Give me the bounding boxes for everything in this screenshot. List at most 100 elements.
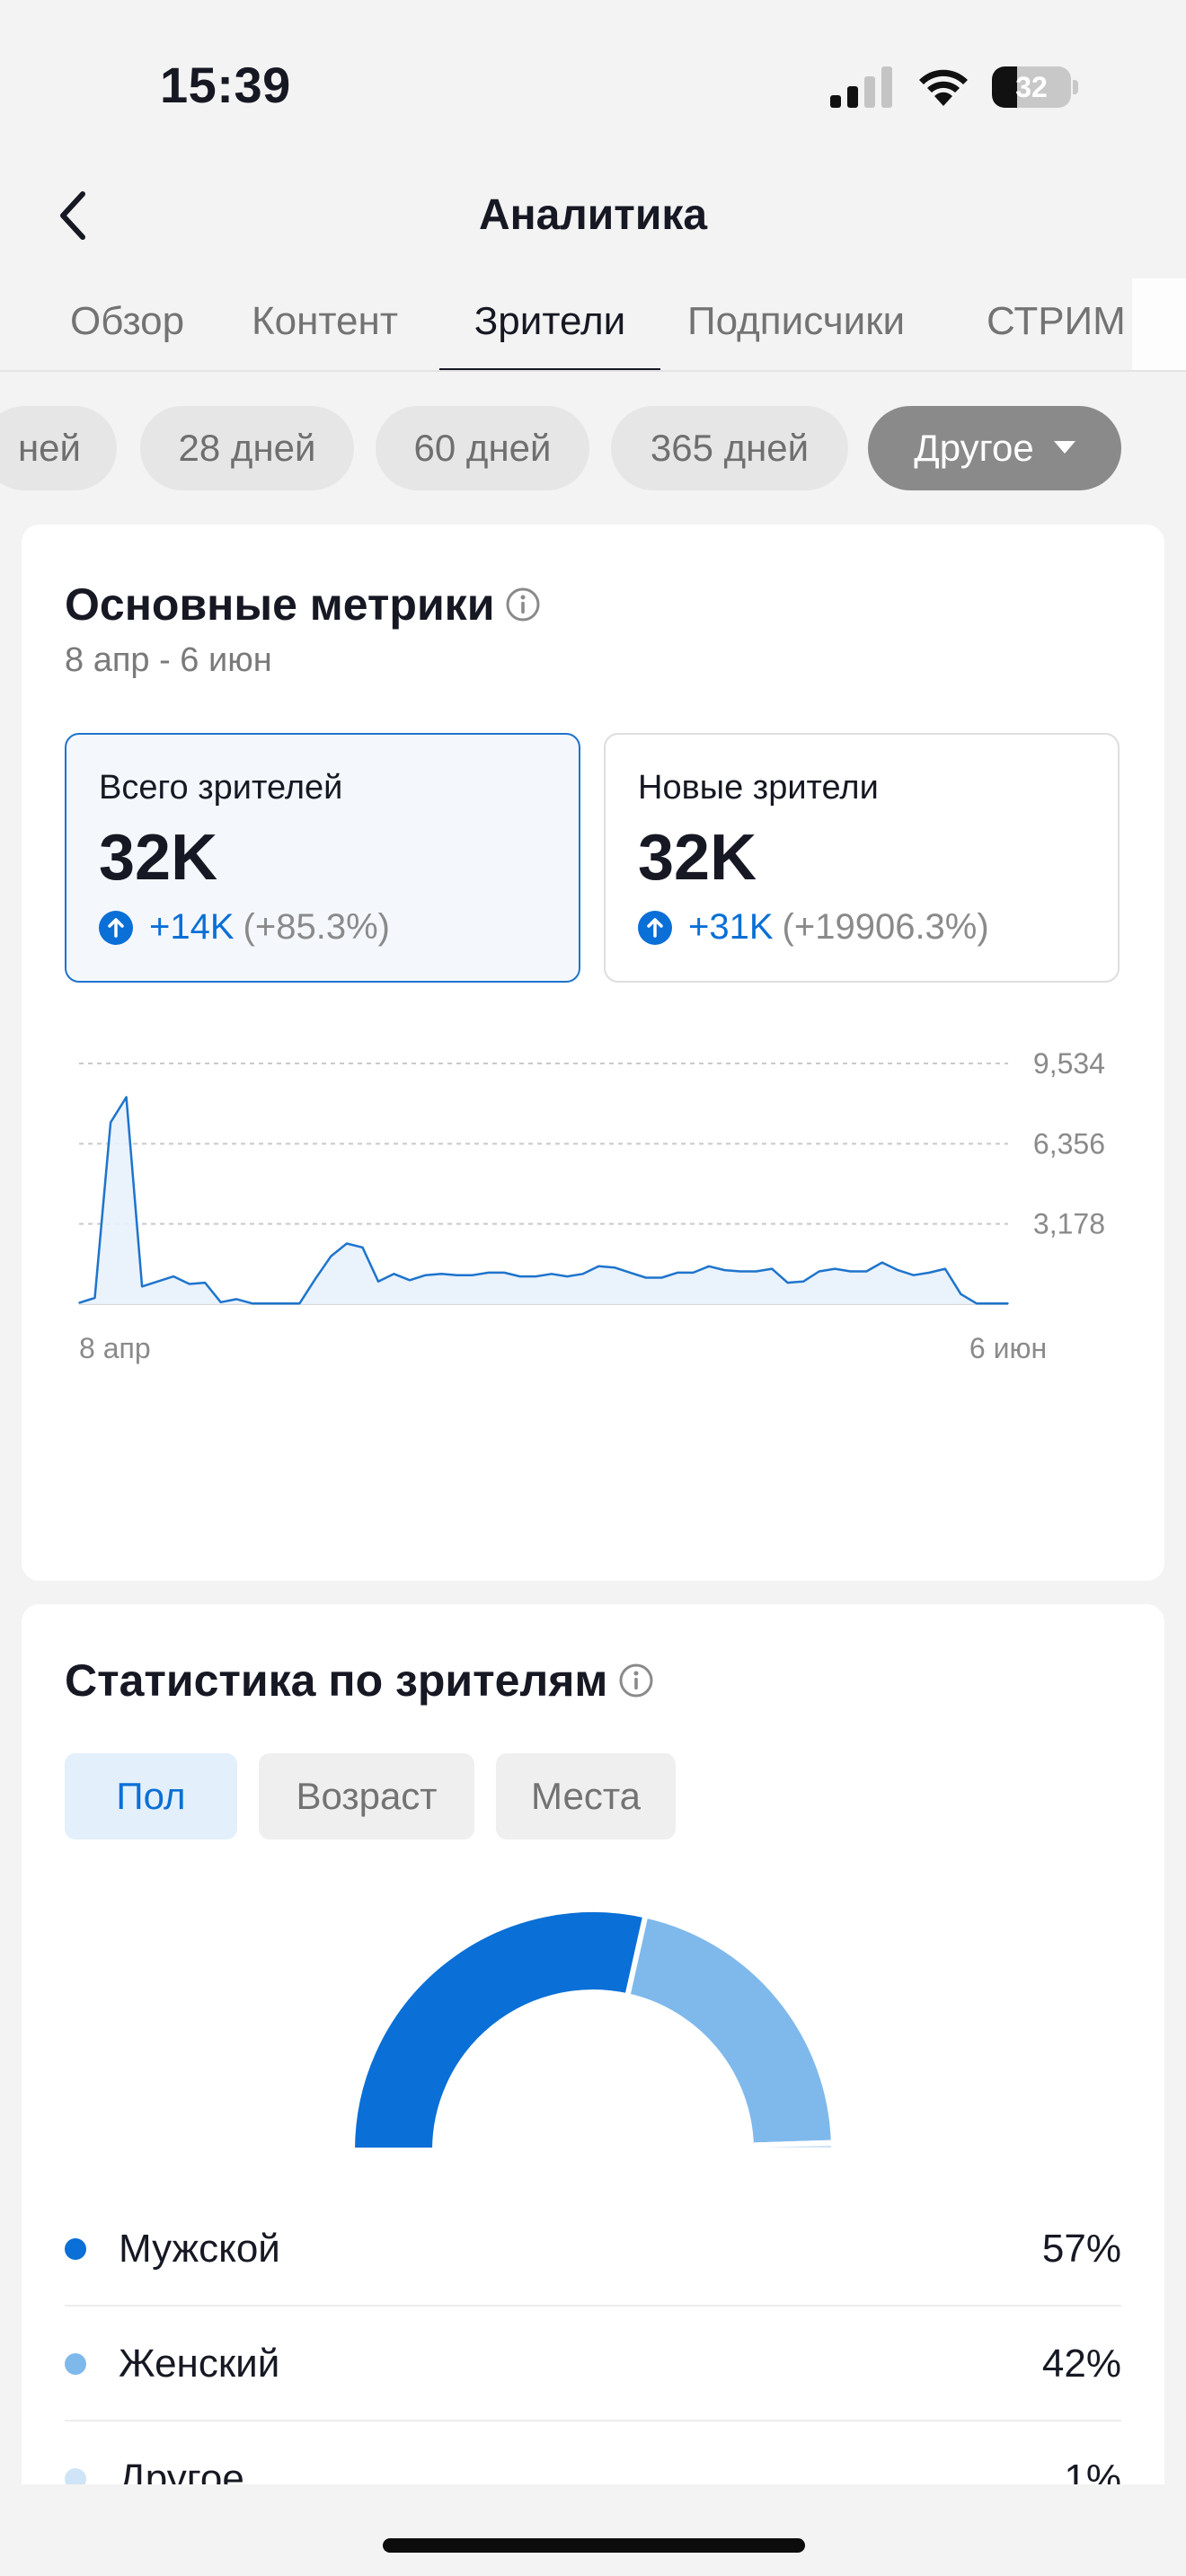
tab-viewers[interactable]: Зрители [439,278,660,370]
info-icon[interactable] [505,587,541,622]
period-chip-365-days[interactable]: 365 дней [611,406,848,490]
chart-point [566,1275,569,1277]
metric-card-total-viewers[interactable]: Всего зрителей 32K +14K (+85.3%) [65,733,580,983]
chart-point [960,1293,962,1295]
legend-row-female: Женский 42% [65,2307,1121,2422]
tab-overview[interactable]: Обзор [70,278,184,370]
audience-stats-title: Статистика по зрителям [65,1654,654,1707]
chart-area-fill [79,1097,1008,1304]
chart-point [346,1242,348,1245]
chart-point [645,1276,647,1279]
tab-content[interactable]: Контент [252,278,398,370]
metric-value: 32K [638,822,757,894]
tab-live[interactable]: СТРИМ [987,278,1126,370]
chart-point [849,1270,852,1273]
y-tick-label: 3,178 [1033,1208,1105,1240]
chevron-left-icon [60,191,85,240]
active-tab-indicator [439,368,660,370]
chart-point [739,1270,741,1273]
chart-point [93,1297,96,1299]
home-indicator[interactable] [383,2538,805,2553]
viewers-chart-svg: 9,534 6,356 3,178 8 апр 6 июн [78,1047,1105,1364]
period-chip-other[interactable]: Другое [868,406,1121,490]
chart-point [298,1302,301,1304]
metric-label: Всего зрителей [99,769,343,807]
chart-point [409,1279,411,1282]
status-time: 15:39 [160,57,291,113]
chart-point [535,1275,536,1277]
segment-age[interactable]: Возраст [259,1753,474,1839]
chart-point [660,1276,663,1279]
chart-point [786,1282,789,1284]
chart-point [125,1096,128,1098]
chart-point [771,1267,773,1270]
chart-point [156,1280,159,1283]
chart-point [597,1266,600,1267]
gender-half-donut-chart [22,1892,1164,2161]
metric-change: +14K (+85.3%) [99,907,390,948]
donut-segment [349,1907,650,2153]
legend-row-male: Мужской 57% [65,2192,1121,2307]
chart-point [204,1282,206,1284]
chart-point [677,1272,678,1274]
period-chip-7-days[interactable]: ней [0,406,117,490]
y-tick-label: 6,356 [1033,1127,1105,1160]
segment-locations[interactable]: Места [496,1753,676,1839]
back-button[interactable] [27,171,117,260]
chart-point [361,1247,364,1248]
metric-change: +31K (+19906.3%) [638,907,989,948]
legend-dot [65,2238,86,2260]
metric-value: 32K [99,822,218,894]
chart-point [173,1275,174,1277]
chart-point [818,1270,820,1273]
chart-point [252,1302,253,1304]
viewers-chart[interactable]: 9,534 6,356 3,178 8 апр 6 июн [22,1010,1164,1423]
segment-gender[interactable]: Пол [65,1753,237,1839]
metric-card-new-viewers[interactable]: Новые зрители 32K +31K (+19906.3%) [604,733,1120,983]
status-icons: 32 [830,65,1078,110]
chart-point [708,1266,710,1267]
gender-donut-svg [349,1907,837,2153]
metric-label: Новые зрители [638,769,879,807]
info-icon[interactable] [618,1663,654,1698]
period-chip-28-days[interactable]: 28 дней [140,406,354,490]
chart-point [314,1278,316,1280]
signal-icon [830,66,892,108]
chart-point [881,1261,883,1264]
chart-point [928,1272,931,1274]
page-title: Аналитика [478,191,708,239]
key-metrics-card: Основные метрики 8 апр - 6 июн Всего зри… [22,525,1164,1581]
chart-point [267,1302,270,1304]
tab-bar: Обзор Контент Зрители Подписчики СТРИМ [0,278,1186,372]
x-tick-label-end: 6 июн [969,1332,1047,1364]
chart-point [755,1270,757,1273]
chart-point [219,1301,222,1303]
chart-point [110,1121,111,1124]
period-chip-60-days[interactable]: 60 дней [376,406,589,490]
tab-followers[interactable]: Подписчики [687,278,905,370]
chart-point [456,1274,458,1276]
chart-point [944,1267,946,1270]
chart-point [377,1280,379,1283]
donut-segment [624,1911,836,2148]
x-tick-label-start: 8 апр [79,1332,151,1364]
chart-point [692,1272,695,1274]
chart-point [802,1280,804,1283]
chart-point [614,1266,615,1268]
chart-point [723,1269,726,1271]
chart-point [503,1272,505,1274]
chart-point [1007,1302,1009,1304]
chart-point [629,1272,632,1274]
chart-point [141,1285,143,1288]
analytics-screen: 15:39 32 Аналитика Обзор Контент Зрители… [0,0,1186,2576]
arrow-up-icon [638,910,672,945]
chart-point [582,1273,584,1275]
caret-down-icon [1053,440,1075,454]
status-bar: 15:39 32 [0,0,1186,171]
period-selector: ней 28 дней 60 дней 365 дней Другое [0,406,1186,492]
chart-point [976,1302,978,1304]
date-range: 8 апр - 6 июн [65,641,272,679]
bottom-safe-area [0,2484,1186,2576]
header: Аналитика [0,171,1186,278]
chart-point [78,1301,80,1304]
